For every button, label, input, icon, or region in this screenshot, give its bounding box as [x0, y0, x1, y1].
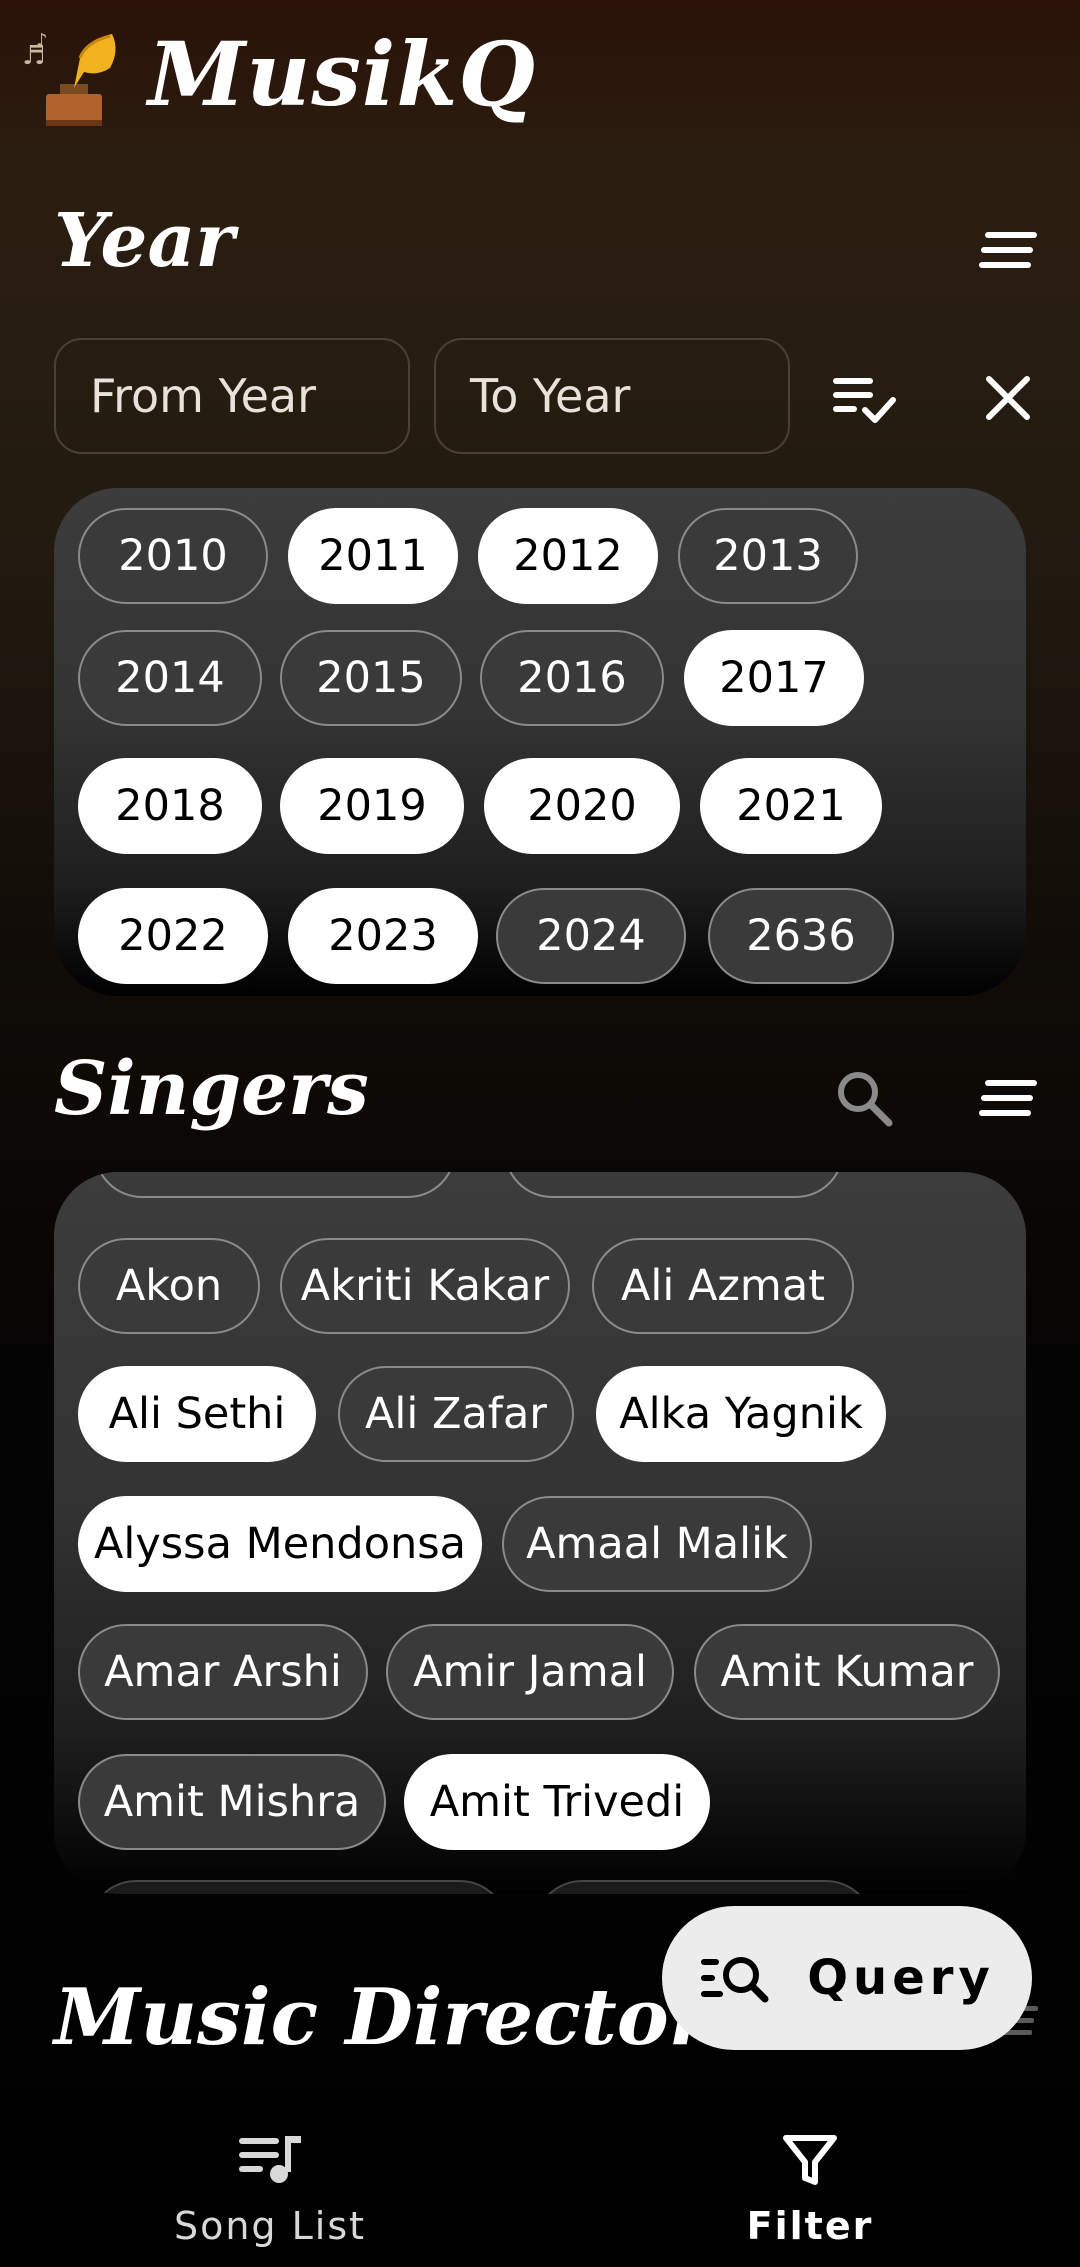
singer-chip[interactable]: Amir Jamal	[386, 1624, 674, 1720]
filter-funnel-icon	[783, 2135, 837, 2185]
nav-filter[interactable]: Filter	[540, 2092, 1080, 2267]
singer-chip[interactable]: Akon	[78, 1238, 260, 1334]
year-chip[interactable]: 2019	[280, 758, 464, 854]
to-year-input[interactable]: To Year	[434, 338, 790, 454]
year-sort-icon[interactable]	[968, 210, 1048, 290]
singers-section-title: Singers	[54, 1046, 369, 1132]
year-chip[interactable]: 2018	[78, 758, 262, 854]
singer-chip[interactable]: Akriti Kakar	[280, 1238, 570, 1334]
singer-chips-panel: Akon Akriti Kakar Ali Azmat Ali Sethi Al…	[54, 1172, 1026, 1894]
singer-chip[interactable]: Alka Yagnik	[596, 1366, 886, 1462]
app-header: ♬ ♪ MusikQ	[0, 0, 1080, 170]
nav-song-list-label: Song List	[173, 2204, 367, 2248]
query-button-label: Query	[807, 1950, 995, 2006]
partial-chip	[94, 1172, 456, 1198]
nav-song-list[interactable]: Song List	[0, 2092, 540, 2267]
clear-years-icon[interactable]	[968, 358, 1048, 438]
search-icon[interactable]	[824, 1058, 904, 1138]
year-chip[interactable]: 2023	[288, 888, 478, 984]
year-chip[interactable]: 2021	[700, 758, 882, 854]
year-chip[interactable]: 2022	[78, 888, 268, 984]
year-chip[interactable]: 2012	[478, 508, 658, 604]
singer-chip[interactable]: Ali Azmat	[592, 1238, 854, 1334]
nav-filter-label: Filter	[746, 2204, 874, 2248]
playlist-music-icon	[239, 2136, 301, 2183]
partial-chip	[534, 1880, 874, 1894]
singer-chip[interactable]: Amit Trivedi	[404, 1754, 710, 1850]
query-search-icon	[701, 1957, 769, 2003]
svg-text:♪: ♪	[36, 30, 48, 51]
query-button[interactable]: Query	[662, 1906, 1032, 2050]
singers-sort-icon[interactable]	[968, 1058, 1048, 1138]
from-year-input[interactable]: From Year	[54, 338, 410, 454]
year-chip[interactable]: 2024	[496, 888, 686, 984]
singer-chip[interactable]: Ali Sethi	[78, 1366, 316, 1462]
year-chip[interactable]: 2011	[288, 508, 458, 604]
singer-chip[interactable]: Amit Mishra	[78, 1754, 386, 1850]
music-directors-section-title: Music Directors	[54, 1972, 754, 2063]
year-chip[interactable]: 2013	[678, 508, 858, 604]
year-chip[interactable]: 2010	[78, 508, 268, 604]
year-chip[interactable]: 2020	[484, 758, 680, 854]
year-chip[interactable]: 2636	[708, 888, 894, 984]
year-section-title: Year	[54, 198, 235, 284]
year-chip[interactable]: 2017	[684, 630, 864, 726]
singer-chip[interactable]: Amar Arshi	[78, 1624, 368, 1720]
year-chip[interactable]: 2016	[480, 630, 664, 726]
year-chip[interactable]: 2014	[78, 630, 262, 726]
year-chips-panel: 2010 2011 2012 2013 2014 2015 2016 2017 …	[54, 488, 1026, 996]
app-title: MusikQ	[148, 22, 536, 126]
singer-chip[interactable]: Amaal Malik	[502, 1496, 812, 1592]
singer-chip[interactable]: Amit Kumar	[694, 1624, 1000, 1720]
year-chip[interactable]: 2015	[280, 630, 462, 726]
select-all-years-icon[interactable]	[824, 358, 904, 438]
bottom-navigation: Song List Filter	[0, 2092, 1080, 2267]
partial-chip	[88, 1880, 508, 1894]
singer-chip[interactable]: Ali Zafar	[338, 1366, 574, 1462]
partial-chip	[504, 1172, 844, 1198]
singer-chip[interactable]: Alyssa Mendonsa	[78, 1496, 482, 1592]
gramophone-logo-icon: ♬ ♪	[22, 30, 116, 126]
